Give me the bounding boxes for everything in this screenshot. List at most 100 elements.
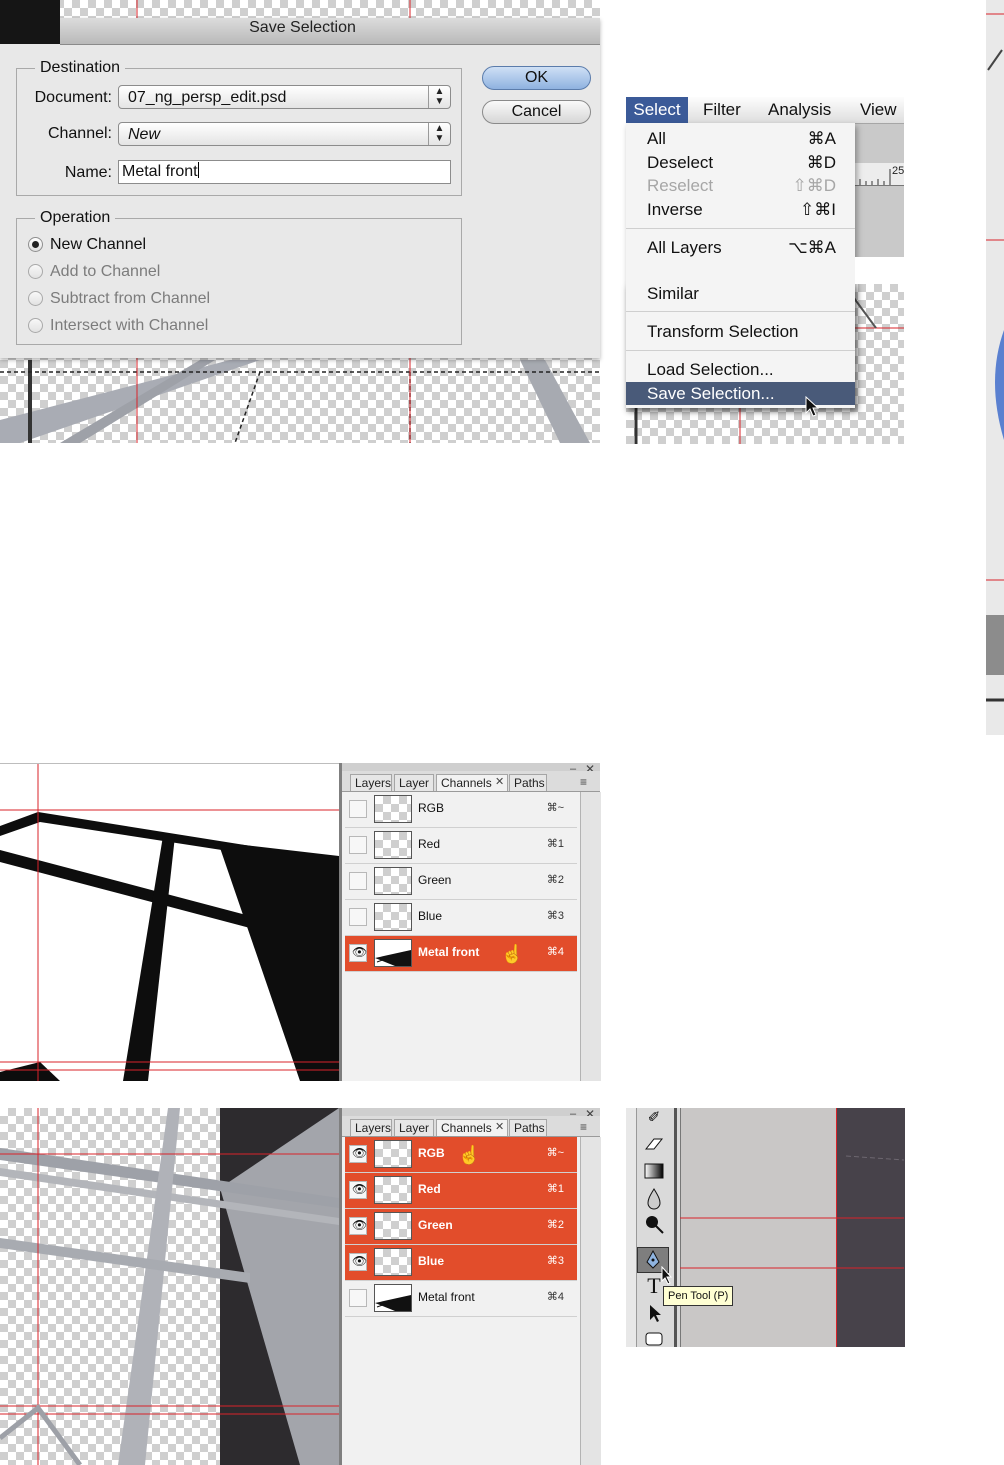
channel-name: RGB bbox=[418, 1146, 445, 1160]
ok-button[interactable]: OK bbox=[482, 66, 591, 90]
menu-item-load-selection[interactable]: Load Selection... bbox=[626, 358, 855, 381]
operation-add-to-channel[interactable]: Add to Channel bbox=[28, 262, 328, 282]
sliver-artwork bbox=[986, 13, 1004, 702]
name-input[interactable]: Metal front bbox=[118, 160, 451, 184]
eye-icon: 👁 bbox=[352, 1146, 368, 1160]
visibility-toggle[interactable]: 👁 bbox=[349, 1145, 367, 1163]
menu-item-similar[interactable]: Similar bbox=[626, 282, 855, 305]
eraser-tool[interactable] bbox=[640, 1133, 668, 1155]
dialog-dark-corner bbox=[0, 0, 60, 44]
toolbox-area: ✐ T bbox=[626, 1108, 905, 1347]
panel-scrollbar[interactable] bbox=[580, 1137, 601, 1465]
menu-item-reselect: Reselect ⇧⌘D bbox=[647, 176, 836, 195]
visibility-toggle[interactable]: 👁 bbox=[349, 944, 367, 962]
history-brush-tool[interactable]: ✐ bbox=[640, 1108, 668, 1130]
blur-tool[interactable] bbox=[640, 1186, 668, 1210]
radio-new-channel[interactable] bbox=[28, 237, 43, 252]
mask-thumbnail bbox=[375, 1295, 411, 1311]
channel-name: Metal front bbox=[418, 1290, 475, 1304]
channel-shortcut: ⌘3 bbox=[546, 1255, 564, 1267]
channel-thumbnail bbox=[374, 867, 412, 895]
channel-row-green[interactable]: Green ⌘2 bbox=[345, 864, 577, 900]
panel-tabs: Layers Layer C Channels ✕ Paths ≡ bbox=[342, 1116, 600, 1137]
channel-row-red[interactable]: 👁 Red ⌘1 bbox=[345, 1173, 577, 1209]
radio-label: Subtract from Channel bbox=[50, 290, 211, 307]
visibility-toggle[interactable]: 👁 bbox=[349, 1253, 367, 1271]
panel-header bbox=[342, 1108, 600, 1116]
tab-layers[interactable]: Layers bbox=[350, 774, 392, 791]
channels-panel-2: – ✕ Layers Layer C Channels ✕ Paths ≡ 👁 … bbox=[339, 1107, 601, 1465]
tab-layer-comps[interactable]: Layer C bbox=[394, 1119, 434, 1136]
channel-row-rgb[interactable]: 👁 RGB ⌘~ ☝ bbox=[345, 1137, 577, 1173]
panel-scrollbar[interactable] bbox=[580, 792, 601, 1081]
channel-row-red[interactable]: Red ⌘1 bbox=[345, 828, 577, 864]
channel-row-green[interactable]: 👁 Green ⌘2 bbox=[345, 1209, 577, 1245]
channel-row-blue[interactable]: 👁 Blue ⌘3 bbox=[345, 1245, 577, 1281]
dodge-icon bbox=[646, 1216, 664, 1234]
channel-row-rgb[interactable]: RGB ⌘~ bbox=[345, 792, 577, 828]
right-edge-sliver bbox=[986, 0, 1004, 735]
cancel-button[interactable]: Cancel bbox=[482, 100, 591, 124]
mouse-pointer-icon bbox=[661, 1266, 673, 1285]
channel-shortcut: ⌘4 bbox=[546, 946, 564, 958]
panel-menu-icon[interactable]: ≡ bbox=[580, 1120, 587, 1134]
menu-item-all[interactable]: All ⌘A bbox=[626, 127, 855, 150]
gradient-tool[interactable] bbox=[640, 1160, 668, 1182]
menu-separator bbox=[626, 228, 855, 229]
menu-item-transform-selection[interactable]: Transform Selection bbox=[626, 320, 855, 343]
name-input-value: Metal front bbox=[122, 163, 198, 180]
radio-add-to-channel[interactable] bbox=[28, 264, 43, 279]
channel-label: Channel: bbox=[47, 125, 112, 142]
visibility-toggle[interactable]: 👁 bbox=[349, 1217, 367, 1235]
tab-paths[interactable]: Paths bbox=[509, 1119, 547, 1136]
menu-view[interactable]: View bbox=[860, 97, 897, 123]
operation-intersect-with-channel[interactable]: Intersect with Channel bbox=[28, 316, 328, 336]
menu-select[interactable]: Select bbox=[626, 97, 688, 123]
channel-name: Green bbox=[418, 873, 452, 887]
channel-name: Red bbox=[418, 837, 441, 851]
hand-pointer-icon: ☝ bbox=[458, 1145, 481, 1165]
radio-label: New Channel bbox=[50, 236, 147, 253]
tab-close-icon[interactable]: ✕ bbox=[495, 775, 504, 788]
channel-thumbnail bbox=[374, 1284, 412, 1312]
channel-row-metal-front[interactable]: 👁 Metal front ⌘4 ☝ bbox=[345, 936, 577, 972]
visibility-toggle[interactable] bbox=[349, 800, 367, 818]
visibility-toggle[interactable]: 👁 bbox=[349, 1181, 367, 1199]
menu-separator bbox=[626, 311, 855, 312]
visibility-toggle[interactable] bbox=[349, 836, 367, 854]
channel-shortcut: ⌘1 bbox=[546, 838, 564, 850]
visibility-toggle[interactable] bbox=[349, 1289, 367, 1307]
menu-analysis[interactable]: Analysis bbox=[768, 97, 831, 123]
visibility-toggle[interactable] bbox=[349, 908, 367, 926]
channel-shortcut: ⌘2 bbox=[546, 1219, 564, 1231]
tab-paths[interactable]: Paths bbox=[509, 774, 547, 791]
channel-shortcut: ⌘2 bbox=[546, 874, 564, 886]
channel-popup[interactable]: New ▲ ▼ bbox=[118, 122, 451, 146]
menu-item-inverse[interactable]: Inverse ⇧⌘I bbox=[626, 198, 855, 221]
visibility-toggle[interactable] bbox=[349, 872, 367, 890]
channel-thumbnail bbox=[374, 831, 412, 859]
rectangle-tool[interactable] bbox=[640, 1329, 668, 1347]
panel-tabs: Layers Layer C Channels ✕ Paths ≡ bbox=[342, 771, 600, 792]
channel-value: New bbox=[128, 126, 161, 143]
menu-item-deselect[interactable]: Deselect ⌘D bbox=[626, 151, 855, 174]
document-popup[interactable]: 07_ng_persp_edit.psd ▲ ▼ bbox=[118, 85, 451, 109]
operation-subtract-from-channel[interactable]: Subtract from Channel bbox=[28, 289, 328, 309]
channel-row-metal-front[interactable]: Metal front ⌘4 bbox=[345, 1281, 577, 1317]
menu-filter[interactable]: Filter bbox=[703, 97, 741, 123]
channel-thumbnail bbox=[374, 795, 412, 823]
panel-menu-icon[interactable]: ≡ bbox=[580, 775, 587, 789]
dodge-tool[interactable] bbox=[640, 1212, 668, 1236]
channel-shortcut: ⌘1 bbox=[546, 1183, 564, 1195]
radio-subtract-from-channel[interactable] bbox=[28, 291, 43, 306]
tab-layer-comps[interactable]: Layer C bbox=[394, 774, 434, 791]
channel-shortcut: ⌘~ bbox=[546, 802, 564, 814]
operation-new-channel[interactable]: New Channel bbox=[28, 235, 328, 255]
radio-intersect-with-channel[interactable] bbox=[28, 318, 43, 333]
tab-layers[interactable]: Layers bbox=[350, 1119, 392, 1136]
menu-item-all-layers[interactable]: All Layers ⌥⌘A bbox=[626, 236, 855, 259]
tab-close-icon[interactable]: ✕ bbox=[495, 1120, 504, 1133]
mask-thumbnail bbox=[375, 950, 411, 966]
channel-row-blue[interactable]: Blue ⌘3 bbox=[345, 900, 577, 936]
ruler-number: 25 bbox=[892, 165, 905, 177]
